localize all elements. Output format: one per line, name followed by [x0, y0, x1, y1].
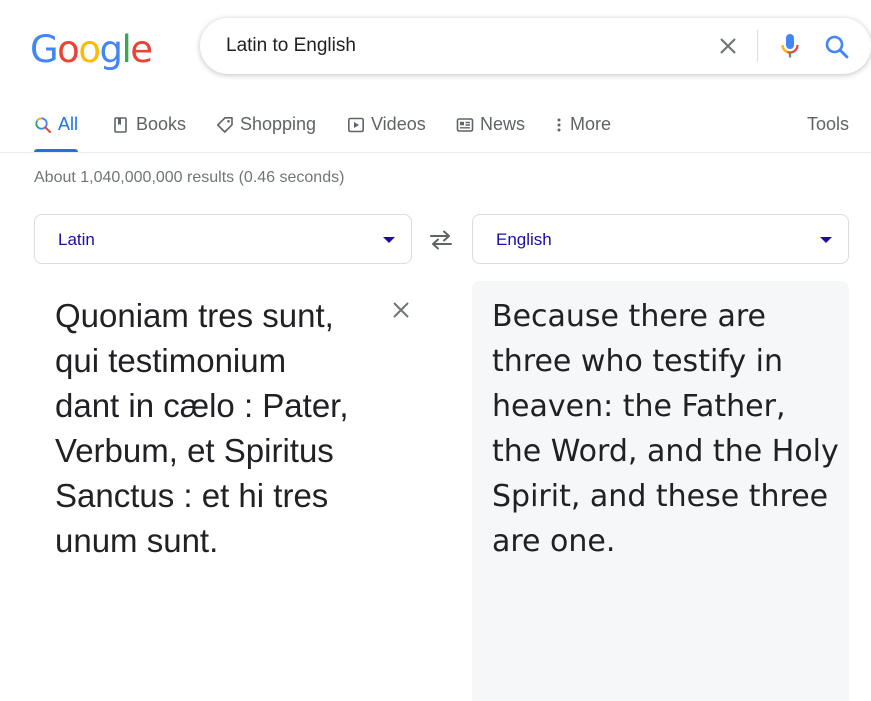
swap-languages-icon[interactable] — [428, 229, 454, 251]
tab-news[interactable]: News — [456, 114, 525, 152]
search-box[interactable]: Latin to English — [200, 18, 871, 74]
news-icon — [456, 116, 474, 134]
tab-label: More — [570, 114, 612, 134]
logo-letter: o — [78, 28, 101, 71]
search-tabs: All Books Shopping Videos News More Tool… — [0, 110, 871, 153]
search-icon[interactable] — [824, 34, 850, 60]
tab-books[interactable]: Books — [112, 114, 186, 152]
search-icon — [34, 116, 52, 134]
translated-text: Because there are three who testify in h… — [492, 299, 839, 559]
target-language-select[interactable]: English — [472, 214, 849, 264]
tab-all[interactable]: All — [34, 114, 79, 152]
tools-button[interactable]: Tools — [807, 114, 849, 135]
tab-label: Videos — [371, 114, 426, 134]
logo-letter: l — [121, 28, 131, 71]
source-language-label: Latin — [58, 230, 95, 249]
search-input[interactable]: Latin to English — [226, 35, 356, 57]
target-language-label: English — [496, 230, 552, 249]
logo-letter: o — [57, 28, 80, 71]
clear-search-icon[interactable] — [716, 34, 740, 58]
source-text-panel: Quoniam tres sunt, qui testimonium dant … — [34, 281, 412, 697]
tab-label: Shopping — [240, 114, 317, 134]
search-divider — [757, 30, 758, 62]
tab-label: All — [58, 114, 79, 134]
target-text-panel: Because there are three who testify in h… — [472, 281, 849, 701]
clear-source-icon[interactable] — [390, 299, 412, 321]
source-language-select[interactable]: Latin — [34, 214, 412, 264]
more-vert-icon — [554, 116, 564, 134]
tab-label: News — [480, 114, 526, 134]
chevron-down-icon — [383, 237, 395, 243]
tab-more[interactable]: More — [554, 114, 611, 152]
play-icon — [347, 116, 365, 134]
logo-letter: g — [99, 28, 123, 71]
tab-shopping[interactable]: Shopping — [216, 114, 316, 152]
chevron-down-icon — [820, 237, 832, 243]
tab-label: Books — [136, 114, 187, 134]
google-logo[interactable]: Google — [30, 28, 153, 71]
logo-letter: G — [30, 28, 59, 71]
source-text-input[interactable]: Quoniam tres sunt, qui testimonium dant … — [55, 293, 355, 563]
tag-icon — [216, 116, 234, 134]
microphone-icon[interactable] — [778, 32, 802, 60]
logo-letter: e — [130, 28, 153, 71]
tab-videos[interactable]: Videos — [347, 114, 426, 152]
book-icon — [112, 116, 130, 134]
result-stats: About 1,040,000,000 results (0.46 second… — [34, 169, 345, 186]
